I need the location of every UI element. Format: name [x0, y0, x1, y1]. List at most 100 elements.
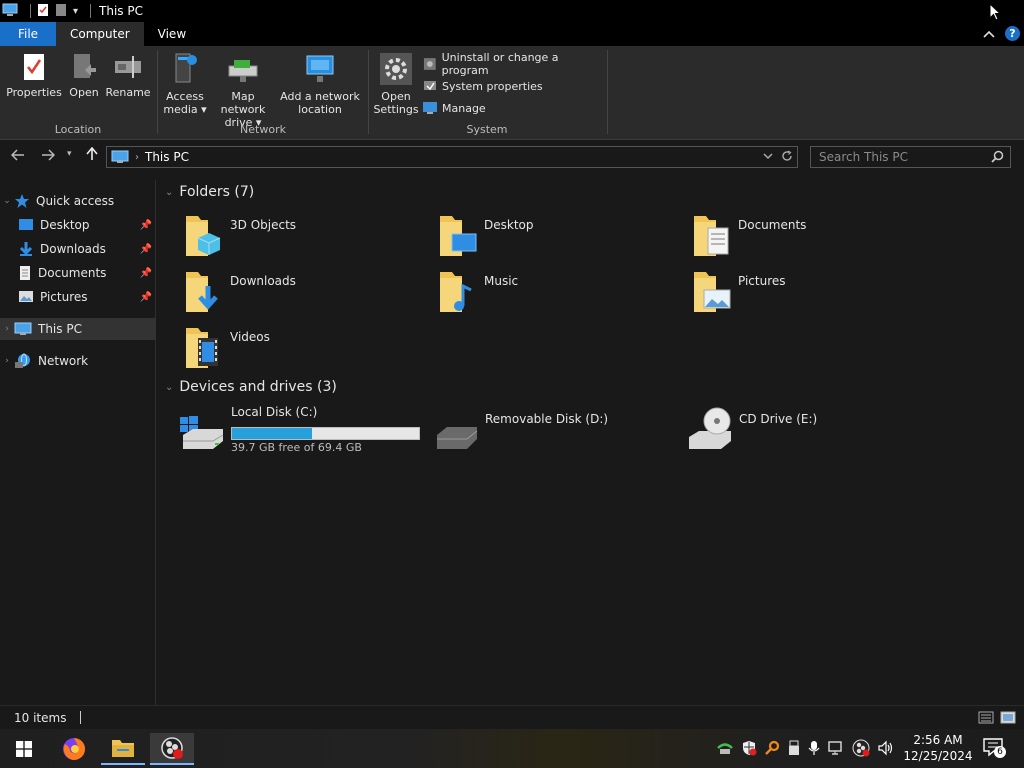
new-folder-quick-icon[interactable]: [55, 3, 67, 20]
recent-locations-chevron-down-icon[interactable]: ▾: [67, 149, 72, 159]
back-arrow-icon[interactable]: [10, 147, 25, 165]
collapse-chevron-icon[interactable]: ⌄: [165, 187, 173, 198]
nav-item-this-pc[interactable]: › This PC: [0, 318, 156, 340]
download-arrow-icon: [19, 242, 33, 256]
folder-downloads[interactable]: Downloads: [184, 268, 434, 318]
open-settings-label-1: Open: [381, 90, 411, 103]
folder-videos[interactable]: Videos: [184, 324, 434, 374]
ribbon-controls: ?: [983, 26, 1020, 41]
folder-3d-objects[interactable]: 3D Objects: [184, 212, 434, 262]
toolbar-separator: [30, 4, 31, 18]
details-view-icon[interactable]: [978, 711, 994, 727]
search-key-icon[interactable]: [764, 740, 780, 759]
volume-speaker-icon[interactable]: [877, 740, 895, 759]
search-input[interactable]: [811, 147, 981, 167]
map-network-drive-button[interactable]: Map network drive ▾: [208, 52, 278, 129]
3d-objects-folder-icon: [186, 216, 221, 256]
action-center-button[interactable]: 6: [982, 737, 1006, 760]
nav-item-network[interactable]: › Network: [0, 350, 156, 372]
rename-button[interactable]: Rename: [104, 52, 152, 99]
open-button[interactable]: Open: [64, 52, 104, 99]
ribbon-group-label: System: [466, 123, 508, 136]
nav-item-label: Pictures: [40, 290, 88, 304]
taskbar-obs-studio[interactable]: [150, 733, 194, 765]
tab-computer[interactable]: Computer: [56, 22, 144, 46]
access-media-button[interactable]: Access media ▾: [160, 52, 210, 116]
nav-item-downloads[interactable]: Downloads 📌: [0, 238, 156, 260]
computer-management-icon: [423, 102, 437, 114]
address-bar[interactable]: › This PC: [106, 146, 798, 168]
view-toggles: [978, 711, 1016, 727]
taskbar-clock[interactable]: 2:56 AM 12/25/2024: [902, 732, 974, 764]
ribbon: Properties Open Rename Location Access m…: [0, 46, 1024, 140]
folder-desktop[interactable]: Desktop: [438, 212, 688, 262]
pin-icon[interactable]: 📌: [140, 244, 152, 255]
start-button[interactable]: [2, 733, 46, 765]
network-monitor-icon[interactable]: [827, 740, 845, 759]
search-box[interactable]: [810, 146, 1011, 168]
nav-item-pictures[interactable]: Pictures 📌: [0, 286, 156, 308]
manage-button[interactable]: Manage: [422, 97, 605, 119]
taskbar: 2:56 AM 12/25/2024 6: [0, 729, 1024, 768]
videos-folder-icon: [186, 328, 218, 368]
taskbar-file-explorer[interactable]: [101, 733, 145, 765]
up-arrow-icon[interactable]: [86, 146, 98, 165]
folder-pictures[interactable]: Pictures: [692, 268, 942, 318]
forward-arrow-icon[interactable]: [41, 147, 56, 165]
security-shield-icon[interactable]: [741, 740, 757, 759]
devices-section-header[interactable]: ⌄ Devices and drives (3): [165, 379, 337, 395]
search-icon[interactable]: [991, 150, 1004, 166]
taskbar-firefox[interactable]: [52, 733, 96, 765]
refresh-icon[interactable]: [781, 150, 793, 165]
tab-view[interactable]: View: [144, 22, 200, 46]
breadcrumb-this-pc[interactable]: This PC: [145, 150, 189, 164]
this-pc-icon: [111, 150, 129, 163]
properties-quick-icon[interactable]: [37, 3, 49, 20]
breadcrumb-chevron-icon[interactable]: ›: [135, 152, 139, 163]
obs-tray-icon[interactable]: [852, 739, 870, 760]
nav-item-label: Quick access: [36, 194, 115, 208]
large-icons-view-icon[interactable]: [1000, 711, 1016, 727]
this-pc-icon: [14, 322, 32, 335]
collapse-ribbon-chevron-up-icon[interactable]: [983, 27, 995, 41]
expand-chevron-icon[interactable]: ›: [0, 324, 14, 334]
system-properties-button[interactable]: System properties: [422, 75, 605, 97]
network-sync-icon[interactable]: [716, 740, 734, 759]
pin-icon[interactable]: 📌: [140, 268, 152, 279]
microphone-icon[interactable]: [808, 740, 820, 759]
open-settings-button[interactable]: Open Settings: [371, 52, 421, 116]
star-icon: [15, 194, 29, 208]
drive-removable-disk-d[interactable]: Removable Disk (D:): [433, 405, 683, 455]
nav-item-desktop[interactable]: Desktop 📌: [0, 214, 156, 236]
add-network-location-button[interactable]: Add a network location: [280, 52, 360, 116]
gear-icon: [380, 53, 412, 85]
drive-cd-drive-e[interactable]: CD Drive (E:): [687, 405, 937, 455]
status-separator: [80, 711, 82, 724]
customize-toolbar-chevron-icon[interactable]: ▾: [73, 6, 78, 17]
expand-chevron-icon[interactable]: ⌄: [0, 196, 14, 206]
pin-icon[interactable]: 📌: [140, 292, 152, 303]
usb-device-icon[interactable]: [787, 740, 801, 759]
clock-date: 12/25/2024: [903, 749, 973, 763]
drive-local-disk-c[interactable]: Local Disk (C:) 39.7 GB free of 69.4 GB: [179, 405, 429, 455]
access-media-label-2: media ▾: [163, 103, 207, 116]
properties-button[interactable]: Properties: [6, 52, 62, 99]
uninstall-program-button[interactable]: Uninstall or change a program: [422, 51, 605, 77]
folder-label: Music: [484, 274, 519, 288]
folder-music[interactable]: Music: [438, 268, 688, 318]
tab-file[interactable]: File: [0, 22, 56, 46]
nav-item-documents[interactable]: Documents 📌: [0, 262, 156, 284]
folders-section-header[interactable]: ⌄ Folders (7): [165, 184, 254, 200]
folders-section-title: Folders (7): [179, 184, 255, 200]
help-icon[interactable]: ?: [1005, 26, 1020, 41]
downloads-folder-icon: [186, 272, 218, 312]
nav-item-quick-access[interactable]: ⌄ Quick access: [0, 190, 156, 212]
folder-documents[interactable]: Documents: [692, 212, 942, 262]
collapse-chevron-icon[interactable]: ⌄: [165, 382, 173, 393]
pin-icon[interactable]: 📌: [140, 220, 152, 231]
nav-item-label: Documents: [38, 266, 107, 280]
pictures-folder-icon: [694, 272, 731, 312]
manage-label: Manage: [442, 101, 486, 115]
address-history-chevron-down-icon[interactable]: [763, 150, 773, 165]
expand-chevron-icon[interactable]: ›: [0, 356, 14, 366]
